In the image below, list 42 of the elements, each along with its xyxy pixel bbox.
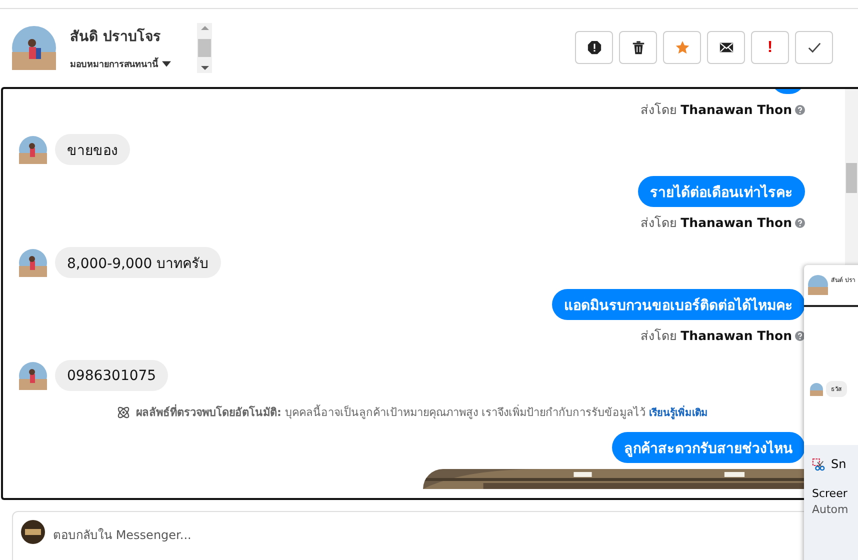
notification-text: Autom bbox=[812, 503, 850, 516]
auto-detect-notice: ผลลัพธ์ที่ตรวจพบโดยอัตโนมัติ: บุคคลนี้อาจเป็นลูกค้าเป้าหมายคุณภาพสูง เราจึงเพิ่มป้ายกำกับการรับข้อมูลไว้ เรียนรู้เพิ่มเติม bbox=[136, 403, 708, 421]
reply-field[interactable]: ตอบกลับใน Messenger... bbox=[53, 525, 192, 544]
mail-button[interactable] bbox=[707, 31, 745, 64]
trash-button[interactable] bbox=[619, 31, 657, 64]
envelope-icon bbox=[718, 40, 734, 55]
notification-title: Screer bbox=[812, 487, 848, 500]
message-bubble: ลูกค้าสะดวกรับสายช่วงไหน bbox=[612, 432, 805, 463]
check-icon bbox=[806, 40, 822, 55]
help-icon[interactable] bbox=[795, 218, 805, 228]
sender-label: ส่งโดย Thanawan Thon bbox=[640, 327, 792, 345]
learn-more-link[interactable]: เรียนรู้เพิ่มเติม bbox=[648, 408, 708, 419]
important-button[interactable]: ! bbox=[751, 31, 789, 64]
sender-label: ส่งโดย Thanawan Thon bbox=[640, 101, 792, 119]
alert-button[interactable] bbox=[575, 31, 613, 64]
alert-icon bbox=[586, 40, 602, 55]
avatar-icon bbox=[12, 26, 56, 70]
message-bubble: 8,000-9,000 บาทครับ bbox=[55, 247, 221, 278]
contact-name: สันดิ ปราบโจร bbox=[70, 27, 162, 46]
message-bubble: ขายของ bbox=[55, 134, 130, 165]
caret-icon bbox=[162, 60, 171, 66]
star-button[interactable] bbox=[663, 31, 701, 64]
message-bubble: แอดมินรบกวนขอเบอร์ติดต่อได้ไหมคะ bbox=[552, 289, 805, 320]
message-bubble: รายได้ต่อเดือนเท่าไรคะ bbox=[638, 176, 805, 207]
avatar-icon bbox=[808, 275, 828, 295]
trash-icon bbox=[630, 40, 646, 55]
notification-card[interactable]: Sn Screer Autom bbox=[804, 445, 858, 560]
avatar-icon bbox=[810, 382, 823, 396]
assign-dropdown[interactable]: มอบหมายการสนทนานี้ bbox=[70, 56, 190, 70]
scissors-icon bbox=[812, 458, 825, 470]
page-avatar-icon bbox=[21, 520, 45, 544]
avatar-icon bbox=[19, 362, 47, 390]
atom-icon bbox=[116, 404, 132, 420]
help-icon[interactable] bbox=[795, 105, 805, 115]
scrollbar[interactable] bbox=[197, 22, 212, 72]
avatar-icon bbox=[19, 136, 47, 164]
message-bubble: 0986301075 bbox=[55, 360, 168, 391]
star-icon bbox=[674, 40, 690, 55]
app-name: Sn bbox=[831, 457, 846, 471]
avatar-icon bbox=[19, 248, 47, 276]
check-button[interactable] bbox=[795, 31, 833, 64]
sender-label: ส่งโดย Thanawan Thon bbox=[640, 214, 792, 232]
